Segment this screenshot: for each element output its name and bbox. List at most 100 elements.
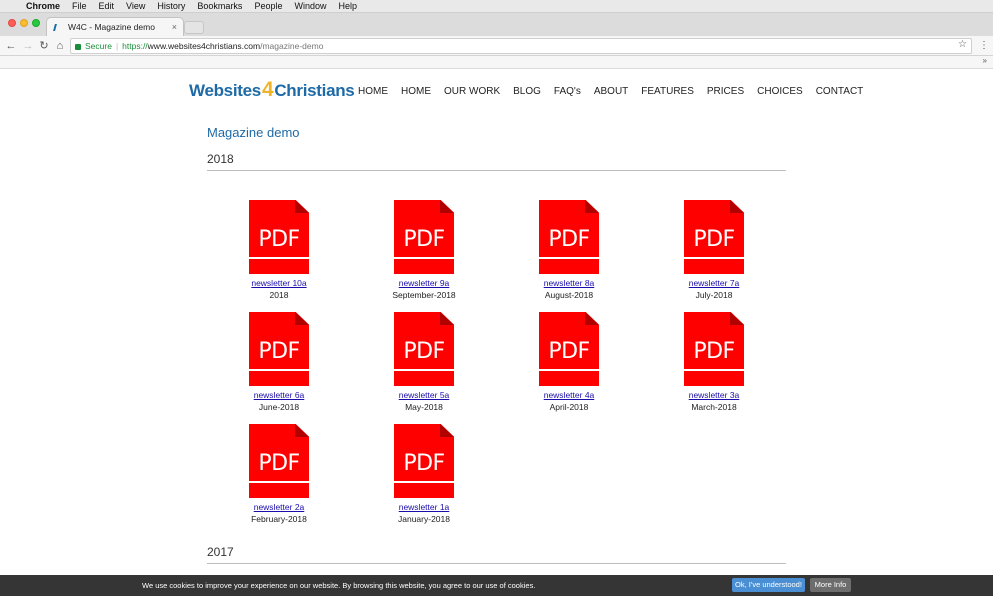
menu-history[interactable]: History xyxy=(157,1,185,11)
minimize-window-button[interactable] xyxy=(20,19,28,27)
menu-help[interactable]: Help xyxy=(338,1,357,11)
nav-home-overlap[interactable]: HOME xyxy=(358,86,388,97)
nav-blog[interactable]: BLOG xyxy=(513,86,541,97)
pdf-file-icon[interactable]: PDF xyxy=(684,200,744,274)
newsletter-date: August-2018 xyxy=(544,290,594,300)
pdf-file-icon[interactable]: PDF xyxy=(539,312,599,386)
close-window-button[interactable] xyxy=(8,19,16,27)
browser-tab[interactable]: W4C - Magazine demo × xyxy=(46,17,184,36)
newsletter-date: July-2018 xyxy=(695,290,733,300)
newsletter-link[interactable]: newsletter 10a xyxy=(229,278,329,288)
tab-title: W4C - Magazine demo xyxy=(68,22,155,32)
nav-features[interactable]: FEATURES xyxy=(641,86,694,97)
web-page: Websites 4 Christians HOME HOME OUR WORK… xyxy=(0,70,993,596)
year-heading-2018: 2018 xyxy=(207,152,234,166)
menu-people[interactable]: People xyxy=(254,1,282,11)
browser-toolbar: ← → ↻ ⌂ Secure | https:// www.websites4c… xyxy=(0,36,993,56)
pdf-file-icon[interactable]: PDF xyxy=(394,200,454,274)
forward-arrow-icon[interactable]: → xyxy=(21,39,35,53)
newsletter-date: 2018 xyxy=(269,290,289,300)
nav-prices[interactable]: PRICES xyxy=(707,86,744,97)
pdf-icon-label: PDF xyxy=(693,227,735,252)
newsletter-date: June-2018 xyxy=(258,402,300,412)
pdf-file-icon[interactable]: PDF xyxy=(394,424,454,498)
home-icon[interactable]: ⌂ xyxy=(53,39,67,53)
newsletter-date: September-2018 xyxy=(392,290,456,300)
address-bar[interactable]: Secure | https:// www.websites4christian… xyxy=(70,38,972,54)
newsletter-link[interactable]: newsletter 6a xyxy=(229,390,329,400)
back-arrow-icon[interactable]: ← xyxy=(4,39,18,53)
newsletter-item: PDF newsletter 6a June-2018 xyxy=(229,312,329,412)
nav-our-work[interactable]: OUR WORK xyxy=(444,86,500,97)
newsletter-date: May-2018 xyxy=(405,402,443,412)
logo-four: 4 xyxy=(261,78,274,101)
pdf-file-icon[interactable]: PDF xyxy=(539,200,599,274)
pdf-file-icon[interactable]: PDF xyxy=(249,312,309,386)
cookie-message: We use cookies to improve your experienc… xyxy=(142,581,536,590)
nav-choices[interactable]: CHOICES xyxy=(757,86,803,97)
logo-text-left: Websites xyxy=(189,81,261,100)
newsletter-link[interactable]: newsletter 7a xyxy=(664,278,764,288)
pdf-file-icon[interactable]: PDF xyxy=(249,424,309,498)
newsletter-date: March-2018 xyxy=(691,402,737,412)
pdf-file-icon[interactable]: PDF xyxy=(684,312,744,386)
nav-home[interactable]: HOME xyxy=(401,86,431,97)
logo-text-right: Christians xyxy=(274,81,355,100)
newsletter-date: January-2018 xyxy=(398,514,450,524)
bookmarks-bar: » xyxy=(0,56,993,69)
newsletter-link[interactable]: newsletter 9a xyxy=(374,278,474,288)
url-protocol: https:// xyxy=(122,41,148,51)
pdf-icon-label: PDF xyxy=(548,227,590,252)
newsletter-link[interactable]: newsletter 1a xyxy=(374,502,474,512)
menu-bookmarks[interactable]: Bookmarks xyxy=(197,1,242,11)
url-host: www.websites4christians.com xyxy=(147,41,261,51)
menu-app-name[interactable]: Chrome xyxy=(26,1,60,11)
newsletter-item: PDF newsletter 7a July-2018 xyxy=(664,200,764,300)
new-tab-button[interactable] xyxy=(184,21,204,34)
reload-icon[interactable]: ↻ xyxy=(37,39,51,53)
cookie-more-info-button[interactable]: More Info xyxy=(810,578,851,592)
newsletter-item: PDF newsletter 1a January-2018 xyxy=(374,424,474,524)
pdf-file-icon[interactable]: PDF xyxy=(394,312,454,386)
site-logo[interactable]: Websites 4 Christians xyxy=(189,78,355,104)
bookmarks-overflow-icon[interactable]: » xyxy=(983,56,987,65)
newsletter-item: PDF newsletter 5a May-2018 xyxy=(374,312,474,412)
year-heading-2017: 2017 xyxy=(207,545,234,559)
zoom-window-button[interactable] xyxy=(32,19,40,27)
menu-file[interactable]: File xyxy=(72,1,87,11)
newsletter-link[interactable]: newsletter 3a xyxy=(664,390,764,400)
main-nav: HOME HOME OUR WORK BLOG FAQ's ABOUT FEAT… xyxy=(358,86,876,97)
section-divider-2018 xyxy=(207,170,786,171)
site-favicon-icon xyxy=(53,23,62,32)
section-divider-2017 xyxy=(207,563,786,564)
newsletter-item: PDF newsletter 8a August-2018 xyxy=(519,200,619,300)
newsletter-item: PDF newsletter 4a April-2018 xyxy=(519,312,619,412)
nav-contact[interactable]: CONTACT xyxy=(816,86,864,97)
newsletter-item: PDF newsletter 2a February-2018 xyxy=(229,424,329,524)
newsletter-item: PDF newsletter 10a 2018 xyxy=(229,200,329,300)
page-title: Magazine demo xyxy=(207,125,300,140)
tab-close-icon[interactable]: × xyxy=(172,22,177,32)
menu-edit[interactable]: Edit xyxy=(99,1,115,11)
newsletter-link[interactable]: newsletter 2a xyxy=(229,502,329,512)
lock-icon xyxy=(75,44,81,50)
os-menubar: Chrome File Edit View History Bookmarks … xyxy=(0,0,993,13)
newsletter-link[interactable]: newsletter 4a xyxy=(519,390,619,400)
newsletter-item: PDF newsletter 9a September-2018 xyxy=(374,200,474,300)
pdf-icon-label: PDF xyxy=(548,339,590,364)
nav-about[interactable]: ABOUT xyxy=(594,86,628,97)
menu-view[interactable]: View xyxy=(126,1,145,11)
nav-faqs[interactable]: FAQ's xyxy=(554,86,581,97)
tab-strip: W4C - Magazine demo × xyxy=(0,13,993,36)
bookmark-star-icon[interactable]: ☆ xyxy=(958,39,967,50)
newsletter-link[interactable]: newsletter 5a xyxy=(374,390,474,400)
pdf-file-icon[interactable]: PDF xyxy=(249,200,309,274)
menu-window[interactable]: Window xyxy=(294,1,326,11)
pdf-icon-label: PDF xyxy=(403,339,445,364)
pdf-icon-label: PDF xyxy=(258,227,300,252)
pdf-icon-label: PDF xyxy=(258,451,300,476)
newsletter-item: PDF newsletter 3a March-2018 xyxy=(664,312,764,412)
browser-menu-icon[interactable]: ⋮ xyxy=(979,40,989,51)
newsletter-link[interactable]: newsletter 8a xyxy=(519,278,619,288)
cookie-accept-button[interactable]: Ok, I've understood! xyxy=(732,578,805,592)
